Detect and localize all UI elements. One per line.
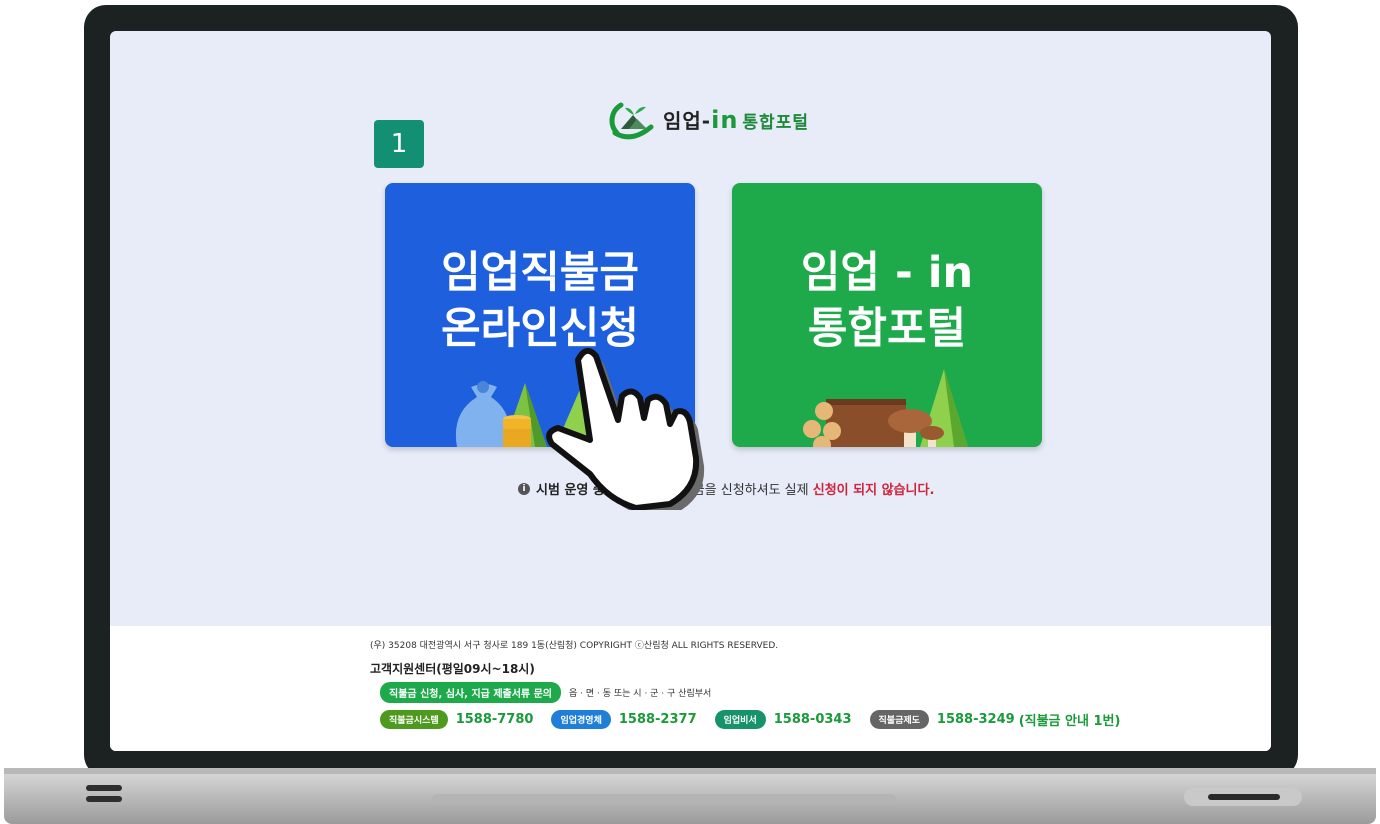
inquiry-text: 읍 · 면 · 동 또는 시 · 군 · 구 산림부서 <box>569 689 712 699</box>
laptop-base-edge <box>4 768 1376 774</box>
contact-label-forestry-secretary: 임업비서 <box>714 710 766 729</box>
contact-label-payment-policy: 직불금제도 <box>869 710 929 729</box>
notice-warning-text: 신청이 되지 않습니다. <box>812 483 935 498</box>
contact-number-payment-system: 1588-7780 <box>455 712 534 727</box>
power-slot-icon <box>1184 788 1302 806</box>
footer-address: (우) 35208 대전광역시 서구 청사로 189 1동(산림청) COPYR… <box>370 641 779 651</box>
sprout-logo-icon <box>609 102 654 140</box>
speaker-grille-icon <box>86 785 126 807</box>
contact-numbers-row: 직불금시스템 1588-7780 임업경영체 1588-2377 임업비서 15… <box>380 710 1138 729</box>
site-footer: (우) 35208 대전광역시 서구 청사로 189 1동(산림청) COPYR… <box>110 626 1271 751</box>
hand-pointer-icon <box>546 347 705 510</box>
contact-number-forestry-management: 1588-2377 <box>618 712 697 727</box>
step-number-badge: 1 <box>374 120 424 168</box>
contact-note-payment-policy: (직불금 안내 1번) <box>1018 714 1121 729</box>
logo-main-text: 임업- <box>663 108 712 133</box>
contact-label-forestry-management: 임업경영체 <box>551 710 611 729</box>
logs-mushroom-tree-illustration-icon <box>803 369 968 447</box>
logo-in-text: in <box>711 105 739 134</box>
inquiry-row: 직불금 신청, 심사, 지급 제출서류 문의 읍 · 면 · 동 또는 시 · … <box>380 682 711 703</box>
portal-logo-text: 임업-in 통합포털 <box>663 105 809 134</box>
contact-label-payment-system: 직불금시스템 <box>380 710 448 729</box>
integrated-portal-card[interactable]: 임업 - in 통합포털 <box>732 183 1042 447</box>
portal-logo[interactable]: 임업-in 통합포털 <box>607 97 809 141</box>
laptop-base <box>4 768 1376 824</box>
info-icon: i <box>518 482 530 495</box>
contact-number-payment-policy: 1588-3249 <box>936 712 1015 727</box>
logo-sub-text: 통합포털 <box>742 112 809 133</box>
trackpad-bar <box>432 794 896 803</box>
customer-support-title: 고객지원센터(평일09시~18시) <box>370 662 535 676</box>
inquiry-pill: 직불금 신청, 심사, 지급 제출서류 문의 <box>380 682 562 703</box>
contact-number-forestry-secretary: 1588-0343 <box>773 712 852 727</box>
